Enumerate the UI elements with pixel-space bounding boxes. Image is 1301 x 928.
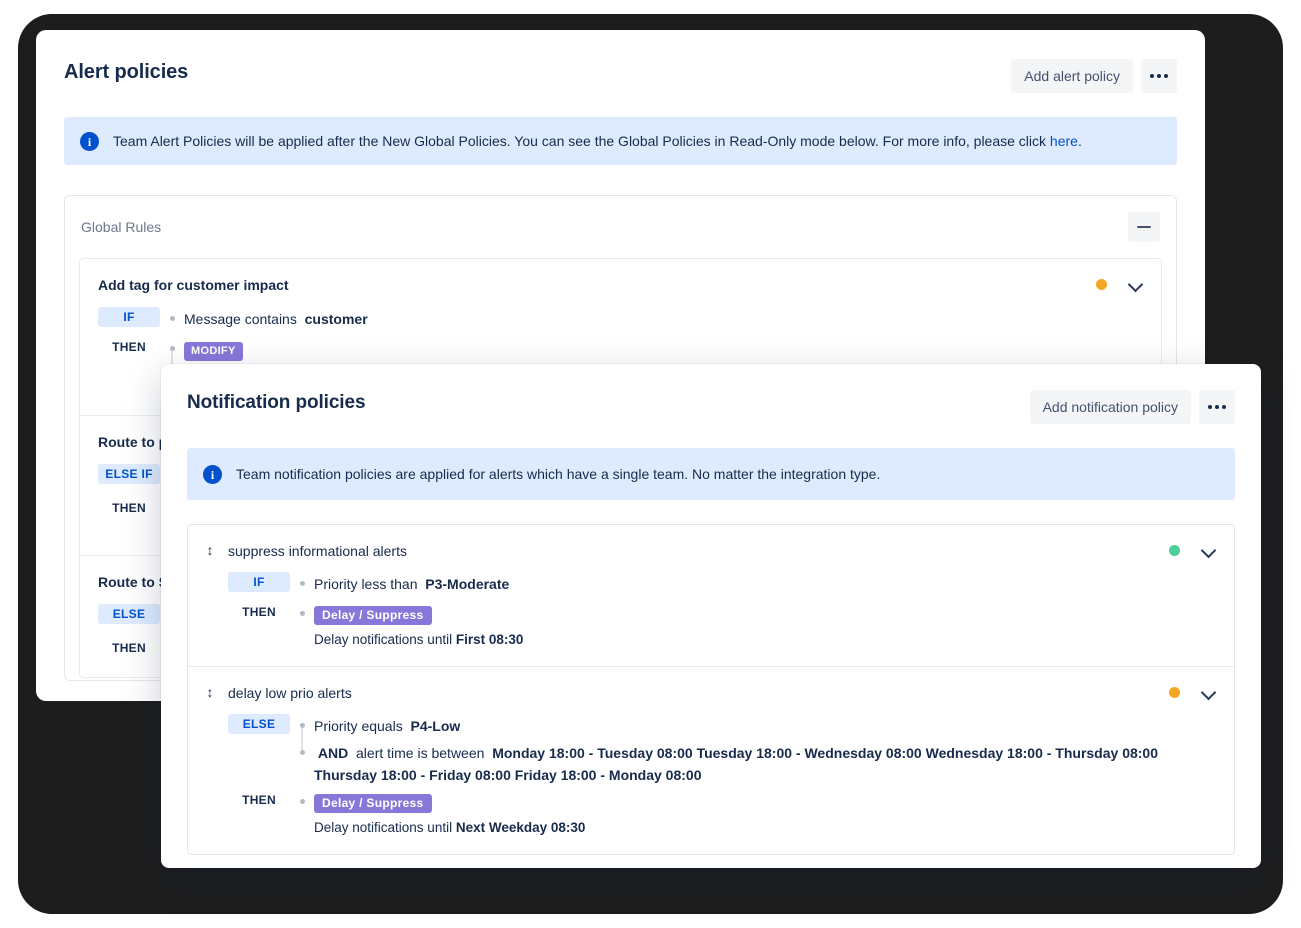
policy-action-detail: Delay notifications until First 08:30 <box>228 630 1216 650</box>
policy-row-controls <box>1169 685 1216 699</box>
alert-more-options-button[interactable] <box>1141 59 1177 93</box>
notification-more-options-button[interactable] <box>1199 390 1235 424</box>
policy-then-label: THEN <box>228 602 290 622</box>
add-notification-policy-button[interactable]: Add notification policy <box>1030 390 1191 424</box>
drag-handle-icon[interactable]: ↕ <box>204 684 216 700</box>
notification-policies-list: ↕ suppress informational alerts IF Prior… <box>187 524 1235 855</box>
rule-action-modify: MODIFY <box>184 337 243 361</box>
policy-action: Delay / Suppress <box>314 790 432 813</box>
policy-condition-text: Priority equals P4-Low <box>314 714 460 737</box>
and-label: AND <box>318 745 348 761</box>
alert-banner-text: Team Alert Policies will be applied afte… <box>113 131 1082 151</box>
condition-value: customer <box>305 311 368 327</box>
rule-then-line: THEN MODIFY <box>98 337 1143 361</box>
condition-label: Message contains <box>184 311 297 327</box>
policy-if-badge: IF <box>228 572 290 592</box>
action-value: First 08:30 <box>456 632 524 647</box>
spacer <box>228 741 290 747</box>
bullet-marker <box>160 337 184 351</box>
chevron-down-icon[interactable] <box>1202 543 1216 557</box>
notification-info-banner: i Team notification policies are applied… <box>187 448 1235 500</box>
page-title: Alert policies <box>64 59 188 85</box>
alert-info-banner: i Team Alert Policies will be applied af… <box>64 117 1177 165</box>
delay-suppress-badge: Delay / Suppress <box>314 606 432 625</box>
rule-elseif-badge: ELSE IF <box>98 464 160 484</box>
alert-policies-header: Alert policies Add alert policy <box>36 30 1205 93</box>
rule-name: Add tag for customer impact <box>98 277 1143 293</box>
dot-icon <box>1215 405 1219 409</box>
global-rules-title: Global Rules <box>81 219 161 235</box>
policy-name: suppress informational alerts <box>228 543 1216 559</box>
policy-name: delay low prio alerts <box>228 685 1216 701</box>
banner-here-link[interactable]: here <box>1050 133 1078 149</box>
policy-and-line: AND alert time is between Monday 18:00 -… <box>228 741 1216 786</box>
collapse-minus-icon[interactable] <box>1128 212 1160 242</box>
rule-condition-line: IF Message contains customer <box>98 307 1143 330</box>
policy-row-controls <box>1169 543 1216 557</box>
bullet-marker <box>290 602 314 616</box>
minus-bar <box>1137 226 1151 228</box>
header-actions: Add alert policy <box>1011 59 1177 93</box>
delay-suppress-badge: Delay / Suppress <box>314 794 432 813</box>
bullet-marker <box>290 714 314 728</box>
global-rules-header: Global Rules <box>65 196 1176 256</box>
info-icon: i <box>80 132 99 151</box>
banner-text-before: Team Alert Policies will be applied afte… <box>113 133 1050 149</box>
condition-label: Priority equals <box>314 718 403 734</box>
condition-value: P4-Low <box>410 718 460 734</box>
info-icon: i <box>203 465 222 484</box>
dot-icon <box>1157 74 1161 78</box>
policy-action-detail: Delay notifications until Next Weekday 0… <box>228 818 1216 838</box>
policy-condition-line: ELSE Priority equals P4-Low <box>228 714 1216 737</box>
bullet-marker <box>290 572 314 586</box>
status-badge <box>1169 545 1180 556</box>
bullet-marker <box>290 790 314 804</box>
notification-policies-modal: Notification policies Add notification p… <box>161 364 1261 868</box>
rule-condition-text: Message contains customer <box>184 307 368 330</box>
status-badge <box>1096 279 1107 290</box>
dot-icon <box>1164 74 1168 78</box>
policy-then-line: THEN Delay / Suppress <box>228 602 1216 625</box>
chevron-down-icon[interactable] <box>1202 685 1216 699</box>
spacer <box>98 368 160 374</box>
banner-text-after: . <box>1078 133 1082 149</box>
drag-handle-icon[interactable]: ↕ <box>204 542 216 558</box>
rule-if-badge: IF <box>98 307 160 327</box>
condition-label: Priority less than <box>314 576 417 592</box>
bullet-marker <box>290 741 314 755</box>
and-value-line1: Monday 18:00 - Tuesday 08:00 Tuesday 18:… <box>492 745 1158 761</box>
action-label: Delay notifications until <box>314 820 452 835</box>
and-value-line2: Thursday 18:00 - Friday 08:00 Friday 18:… <box>314 767 702 783</box>
dot-icon <box>1150 74 1154 78</box>
modal-title: Notification policies <box>187 390 365 416</box>
list-item[interactable]: ↕ suppress informational alerts IF Prior… <box>188 525 1234 666</box>
chevron-down-icon[interactable] <box>1129 277 1143 291</box>
and-text-label: alert time is between <box>356 745 484 761</box>
status-badge <box>1169 687 1180 698</box>
add-alert-policy-button[interactable]: Add alert policy <box>1011 59 1133 93</box>
policy-condition-line: IF Priority less than P3-Moderate <box>228 572 1216 595</box>
policy-action: Delay / Suppress <box>314 602 432 625</box>
policy-and-text: AND alert time is between Monday 18:00 -… <box>314 741 1216 786</box>
rule-then-label: THEN <box>98 638 160 658</box>
policy-then-label: THEN <box>228 790 290 810</box>
policy-condition-text: Priority less than P3-Moderate <box>314 572 509 595</box>
bullet-marker <box>160 307 184 321</box>
rule-row-controls <box>1096 277 1143 291</box>
notification-policies-header: Notification policies Add notification p… <box>161 364 1261 424</box>
action-label: Delay notifications until <box>314 632 452 647</box>
action-value: Next Weekday 08:30 <box>456 820 586 835</box>
modal-header-actions: Add notification policy <box>1030 390 1235 424</box>
notification-banner-text: Team notification policies are applied f… <box>236 464 880 484</box>
rule-then-label: THEN <box>98 498 160 518</box>
condition-value: P3-Moderate <box>425 576 509 592</box>
policy-then-line: THEN Delay / Suppress <box>228 790 1216 813</box>
rule-else-badge: ELSE <box>98 604 160 624</box>
dot-icon <box>1222 405 1226 409</box>
list-item[interactable]: ↕ delay low prio alerts ELSE Priority eq… <box>188 666 1234 854</box>
policy-else-badge: ELSE <box>228 714 290 734</box>
dot-icon <box>1208 405 1212 409</box>
rule-then-label: THEN <box>98 337 160 357</box>
modify-badge: MODIFY <box>184 342 243 361</box>
